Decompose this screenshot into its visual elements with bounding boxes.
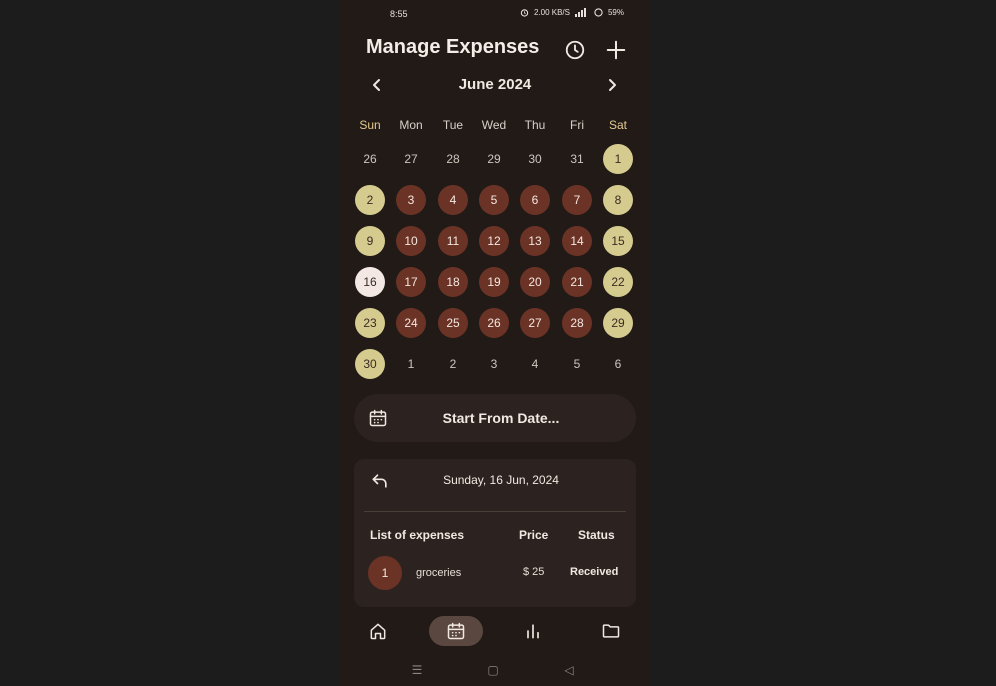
system-home-button[interactable]: ▢ [483,662,503,678]
calendar-icon [447,622,465,640]
calendar-day[interactable]: 15 [603,226,633,256]
signal-icon [574,8,586,17]
weekday-label: Thu [524,118,546,132]
nav-statistics[interactable] [506,616,560,646]
calendar-day[interactable]: 4 [520,349,550,379]
calendar-day[interactable]: 3 [396,185,426,215]
calendar-day[interactable]: 8 [603,185,633,215]
calendar-day[interactable]: 12 [479,226,509,256]
calendar-day[interactable]: 13 [520,226,550,256]
calendar-day[interactable]: 6 [520,185,550,215]
nav-files[interactable] [584,616,638,646]
calendar-day[interactable]: 24 [396,308,426,338]
start-from-date-button[interactable]: Start From Date... [354,394,636,442]
column-header-list: List of expenses [370,528,465,542]
weekday-header: Sun Mon Tue Wed Thu Fri Sat [350,118,640,134]
calendar-day[interactable]: 28 [562,308,592,338]
recent-apps-button[interactable]: ☰ [407,662,427,678]
plus-icon [606,40,626,60]
calendar-day[interactable]: 22 [603,267,633,297]
calendar-day[interactable]: 16 [355,267,385,297]
net-speed: 2.00 KB/S [533,8,570,17]
calendar-day[interactable]: 7 [562,185,592,215]
selected-date-label: Sunday, 16 Jun, 2024 [443,473,559,487]
status-bar: 8:55 2.00 KB/S 59% [340,0,650,28]
calendar-day[interactable]: 2 [355,185,385,215]
calendar-day[interactable]: 28 [438,144,468,174]
expense-price: $ 25 [523,566,545,578]
column-header-price: Price [519,528,549,542]
calendar-day[interactable]: 17 [396,267,426,297]
alarm-icon [520,9,529,17]
calendar-day[interactable]: 27 [520,308,550,338]
phone-screen: 8:55 2.00 KB/S 59% Manage Expenses June … [340,0,650,686]
system-back-button[interactable]: ◁ [559,662,579,678]
calendar-day[interactable]: 9 [355,226,385,256]
bar-chart-icon [527,624,539,639]
weekday-label: Mon [399,118,423,132]
clock-icon [565,40,585,60]
calendar-day[interactable]: 21 [562,267,592,297]
calendar-day[interactable]: 19 [479,267,509,297]
calendar-day[interactable]: 29 [479,144,509,174]
calendar-day[interactable]: 6 [603,349,633,379]
calendar-day[interactable]: 20 [520,267,550,297]
calendar-day[interactable]: 2 [438,349,468,379]
battery-icon [594,8,603,17]
page-title: Manage Expenses [366,36,540,58]
calendar-day[interactable]: 26 [479,308,509,338]
calendar-day[interactable]: 5 [479,185,509,215]
calendar-day[interactable]: 30 [520,144,550,174]
calendar-day[interactable]: 10 [396,226,426,256]
calendar-day[interactable]: 1 [396,349,426,379]
next-month-button[interactable] [601,74,623,96]
bottom-navigation [340,612,650,652]
calendar-day[interactable]: 29 [603,308,633,338]
calendar-day[interactable]: 27 [396,144,426,174]
status-time: 8:55 [390,9,408,19]
calendar-day[interactable]: 14 [562,226,592,256]
folder-icon [602,624,620,638]
nav-home[interactable] [351,616,405,646]
home-icon [370,623,386,640]
calendar-day[interactable]: 4 [438,185,468,215]
calendar-day[interactable]: 31 [562,144,592,174]
column-header-status: Status [578,528,615,542]
expense-index-badge: 1 [368,556,402,590]
expense-name: groceries [416,567,462,579]
weekday-label: Sat [608,118,627,132]
weekday-label: Sun [359,118,381,132]
start-from-date-label: Start From Date... [442,410,560,426]
calendar-day[interactable]: 3 [479,349,509,379]
expense-detail-card: Sunday, 16 Jun, 2024 List of expenses Pr… [354,459,636,607]
calendar-day[interactable]: 25 [438,308,468,338]
chevron-right-icon [609,79,616,91]
divider [364,511,626,512]
calendar-day[interactable]: 18 [438,267,468,297]
calendar-day[interactable]: 30 [355,349,385,379]
calendar-day[interactable]: 11 [438,226,468,256]
month-navigation: June 2024 [340,72,650,98]
status-icons: 2.00 KB/S 59% [520,8,624,17]
weekday-label: Tue [442,118,464,132]
add-expense-button[interactable] [603,37,629,63]
history-button[interactable] [562,37,588,63]
weekday-label: Wed [481,118,507,132]
system-navigation-bar: ☰ ▢ ◁ [340,658,650,682]
calendar-day[interactable]: 26 [355,144,385,174]
calendar-day[interactable]: 5 [562,349,592,379]
expense-status: Received [570,566,619,578]
nav-calendar[interactable] [429,616,483,646]
battery-level: 59% [607,8,624,17]
calendar-day[interactable]: 1 [603,144,633,174]
weekday-label: Fri [570,118,584,132]
calendar-day[interactable]: 23 [355,308,385,338]
